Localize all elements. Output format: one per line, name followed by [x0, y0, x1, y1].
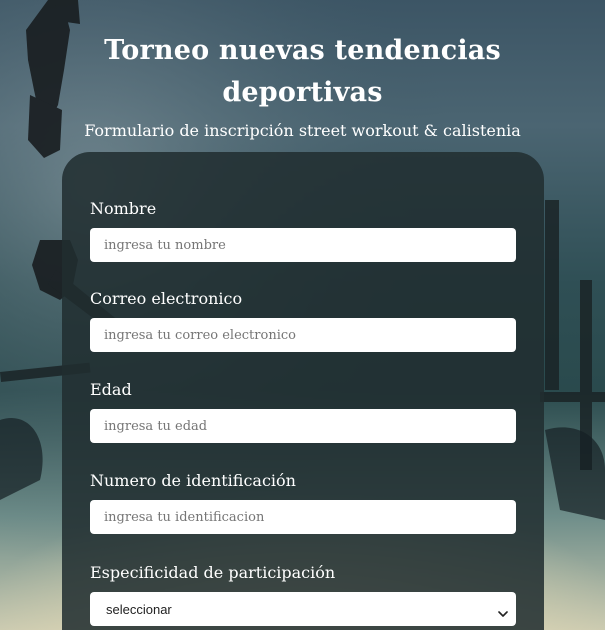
participation-field-group: Especificidad de participación seleccion… — [90, 562, 516, 626]
participation-label: Especificidad de participación — [90, 563, 336, 582]
participation-select-value: seleccionar — [106, 601, 172, 617]
email-label: Correo electronico — [90, 289, 243, 308]
page-header: Torneo nuevas tendencias deportivas Form… — [0, 30, 605, 142]
age-label: Edad — [90, 380, 132, 399]
registration-form: Nombre Correo electronico Edad Numero de… — [62, 152, 544, 630]
id-number-input[interactable] — [90, 500, 516, 534]
email-input[interactable] — [90, 318, 516, 352]
chevron-down-icon — [498, 604, 508, 617]
name-label: Nombre — [90, 199, 157, 218]
age-field-group: Edad — [90, 379, 516, 443]
name-field-group: Nombre — [90, 198, 516, 262]
age-input[interactable] — [90, 409, 516, 443]
email-field-group: Correo electronico — [90, 288, 516, 352]
participation-select[interactable]: seleccionar — [90, 592, 516, 626]
id-number-label: Numero de identificación — [90, 471, 296, 490]
page-title: Torneo nuevas tendencias deportivas — [0, 30, 605, 114]
page-subtitle: Formulario de inscripción street workout… — [84, 121, 521, 140]
id-number-field-group: Numero de identificación — [90, 470, 516, 534]
name-input[interactable] — [90, 228, 516, 262]
page-title-line-2: deportivas — [222, 77, 383, 108]
page-title-line-1: Torneo nuevas tendencias — [104, 35, 501, 66]
